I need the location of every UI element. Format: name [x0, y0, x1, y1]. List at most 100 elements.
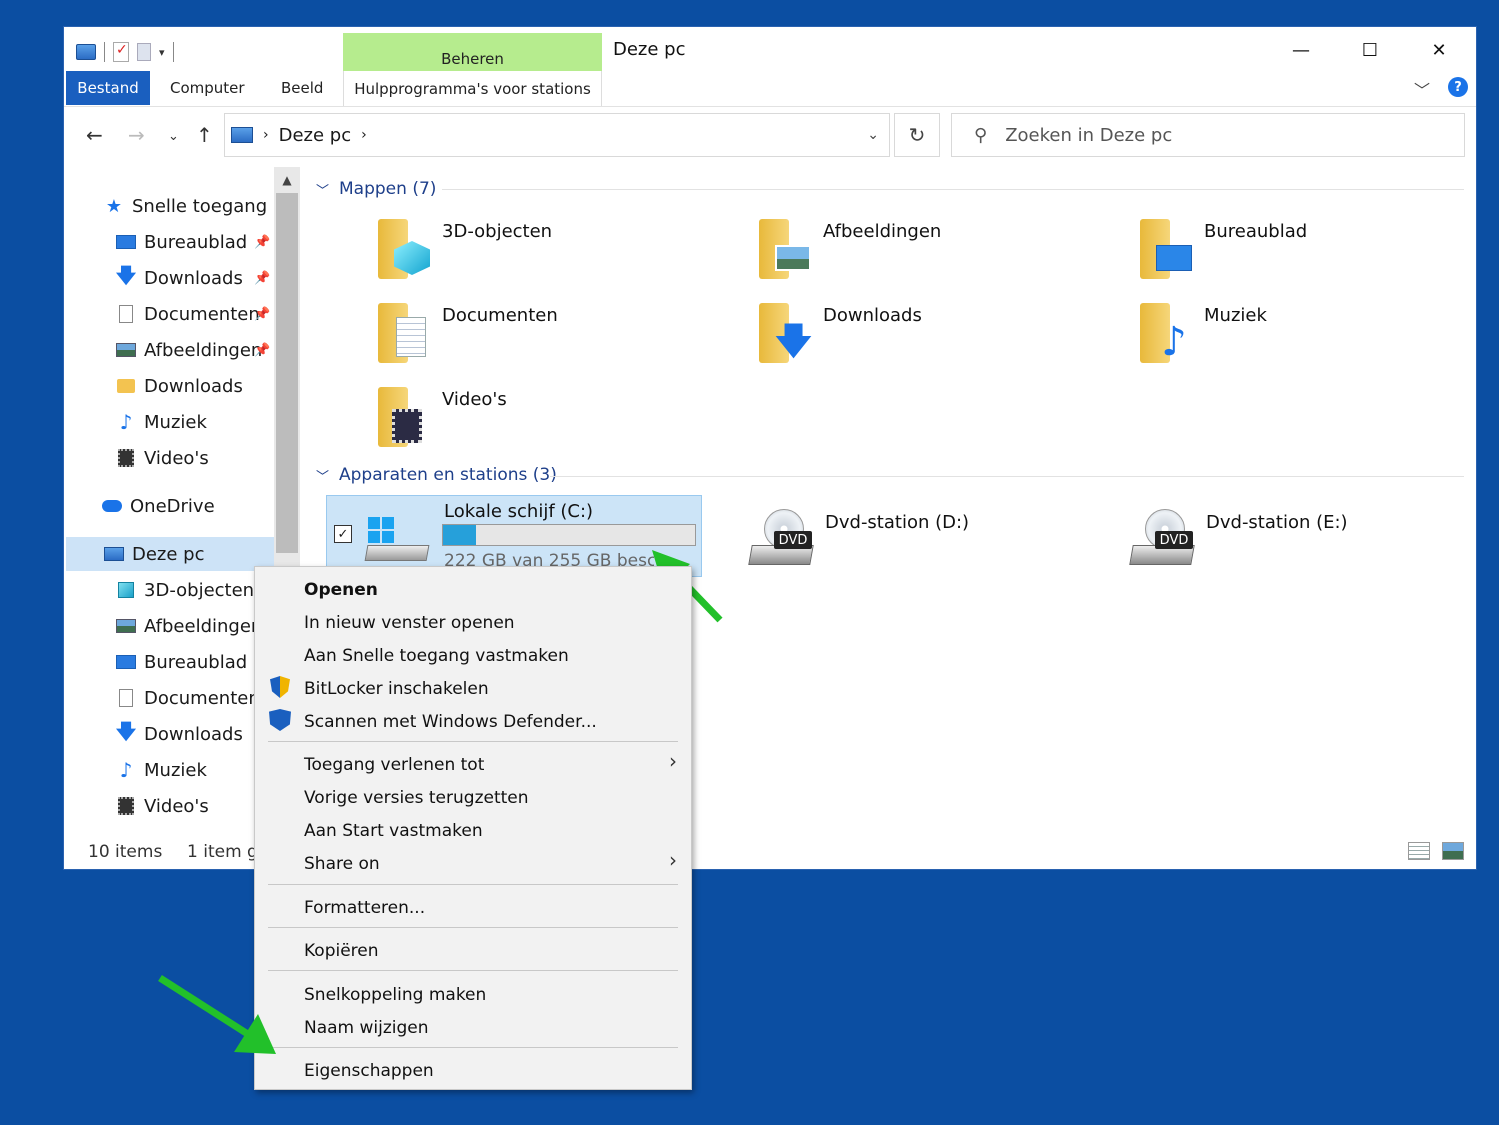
computer-icon [104, 547, 124, 561]
group-header-devices[interactable]: ﹀ Apparaten en stations (3) [316, 465, 557, 485]
minimize-button[interactable]: — [1278, 35, 1324, 65]
music-icon: ♪ [1136, 299, 1192, 367]
tab-file[interactable]: Bestand [66, 71, 150, 105]
toolbar-divider [104, 42, 105, 62]
breadcrumb-separator-icon[interactable]: › [361, 127, 367, 143]
sidebar-item-label: Downloads [144, 723, 243, 745]
window-title: Deze pc [613, 39, 686, 60]
menu-item-properties[interactable]: Eigenschappen [255, 1054, 691, 1087]
menu-item-format[interactable]: Formatteren... [255, 891, 691, 924]
drive-dvd-e[interactable]: Dvd-station (E:) [1206, 512, 1348, 533]
menu-item-open-new-window[interactable]: In nieuw venster openen [255, 606, 691, 639]
large-icons-view-icon[interactable] [1442, 842, 1464, 860]
collapse-chevron-icon[interactable]: ﹀ [316, 466, 329, 485]
pin-icon[interactable]: 📌 [254, 343, 270, 358]
sidebar-item-label: Downloads [144, 267, 243, 289]
sidebar-item-label: Bureaublad [144, 651, 248, 673]
computer-icon [231, 127, 253, 143]
new-folder-icon[interactable] [137, 43, 151, 61]
sidebar-item-label: Muziek [144, 411, 207, 433]
menu-item-copy[interactable]: Kopiëren [255, 934, 691, 967]
dvd-drive-icon: DVD [748, 507, 816, 569]
sidebar-item-label: Afbeeldingen [144, 615, 263, 637]
help-icon[interactable]: ? [1448, 77, 1468, 97]
download-icon: 🡇 [115, 263, 137, 287]
drive-tools-tab[interactable]: Hulpprogramma's voor stations [343, 71, 602, 107]
music-icon: ♪ [119, 758, 133, 782]
menu-item-give-access[interactable]: Toegang verlenen tot [255, 748, 691, 781]
group-header-folders[interactable]: ﹀ Mappen (7) [316, 179, 436, 199]
group-divider [550, 476, 1464, 477]
sidebar-item-this-pc[interactable]: Deze pc [66, 537, 274, 571]
sidebar-item-label: 3D-objecten [144, 579, 255, 601]
drive-label: Lokale schijf (C:) [444, 501, 594, 522]
folder-3d-objects[interactable]: 3D-objecten [374, 215, 674, 287]
menu-item-open[interactable]: Openen [255, 573, 691, 606]
download-icon: 🡇 [755, 299, 812, 367]
menu-item-pin-start[interactable]: Aan Start vastmaken [255, 814, 691, 847]
manage-tab-label: Beheren [441, 50, 504, 68]
expand-ribbon-icon[interactable]: ﹀ [1414, 77, 1430, 101]
search-box[interactable]: ⚲ Zoeken in Deze pc [951, 113, 1465, 157]
tab-computer[interactable]: Computer [170, 71, 245, 105]
search-placeholder: Zoeken in Deze pc [1005, 124, 1173, 146]
pin-icon[interactable]: 📌 [254, 271, 270, 286]
windows-logo-icon [368, 517, 394, 543]
recent-locations-icon[interactable]: ⌄ [168, 129, 179, 144]
menu-item-rename[interactable]: Naam wijzigen [255, 1011, 691, 1044]
menu-item-bitlocker[interactable]: BitLocker inschakelen [255, 672, 691, 705]
selection-checkbox[interactable]: ✓ [334, 525, 352, 543]
folder-downloads[interactable]: 🡇 Downloads [755, 299, 1055, 371]
drive-dvd-d[interactable]: Dvd-station (D:) [825, 512, 969, 533]
menu-item-defender-scan[interactable]: Scannen met Windows Defender... [255, 705, 691, 738]
pin-icon[interactable]: 📌 [254, 307, 270, 322]
refresh-button[interactable]: ↻ [894, 113, 940, 157]
download-icon: 🡇 [115, 719, 137, 743]
folder-icon [117, 379, 135, 393]
menu-separator [268, 741, 678, 742]
up-arrow-icon[interactable]: ↑ [196, 123, 213, 147]
annotation-arrow-bottom [158, 975, 276, 1054]
folder-afbeeldingen[interactable]: Afbeeldingen [755, 215, 1055, 287]
close-button[interactable]: ✕ [1416, 35, 1462, 65]
address-history-chevron-icon[interactable]: ⌄ [867, 127, 879, 143]
scroll-up-icon[interactable]: ▲ [274, 167, 300, 193]
drive-tools-label: Hulpprogramma's voor stations [354, 80, 591, 98]
customize-toolbar-icon[interactable]: ▾ [159, 46, 165, 59]
document-icon [119, 305, 133, 323]
address-bar[interactable]: › Deze pc › ⌄ [224, 113, 890, 157]
folder-muziek[interactable]: ♪ Muziek [1136, 299, 1436, 371]
star-icon: ★ [105, 195, 123, 217]
scrollbar-thumb[interactable] [276, 193, 298, 553]
folder-documenten[interactable]: Documenten [374, 299, 674, 371]
drive-usage-fill [443, 525, 476, 545]
sidebar-item-label: Documenten [144, 687, 260, 709]
menu-separator [268, 1047, 678, 1048]
maximize-button[interactable]: ☐ [1347, 35, 1393, 65]
pin-icon[interactable]: 📌 [254, 235, 270, 250]
sidebar-item-label: Bureaublad [144, 231, 248, 253]
menu-separator [268, 970, 678, 971]
desktop-icon [1136, 215, 1192, 283]
forward-arrow-icon[interactable]: → [128, 123, 145, 147]
sidebar-item-label: Afbeeldingen [144, 339, 263, 361]
folder-bureaublad[interactable]: Bureaublad [1136, 215, 1436, 287]
menu-item-share-on[interactable]: Share on [255, 847, 691, 880]
collapse-chevron-icon[interactable]: ﹀ [316, 180, 329, 199]
submenu-arrow-icon: › [669, 749, 677, 773]
folder-label: Afbeeldingen [823, 221, 942, 242]
folder-videos[interactable]: Video's [374, 383, 674, 455]
manage-tab[interactable]: Beheren [343, 33, 602, 71]
status-item-count: 10 items [88, 842, 163, 862]
details-view-icon[interactable] [1408, 842, 1430, 860]
dvd-tag: DVD [774, 531, 812, 549]
properties-icon[interactable] [113, 42, 129, 62]
menu-item-restore-versions[interactable]: Vorige versies terugzetten [255, 781, 691, 814]
menu-item-create-shortcut[interactable]: Snelkoppeling maken [255, 978, 691, 1011]
back-arrow-icon[interactable]: ← [86, 123, 103, 147]
document-icon [374, 299, 430, 367]
menu-item-pin-quick-access[interactable]: Aan Snelle toegang vastmaken [255, 639, 691, 672]
tab-view[interactable]: Beeld [281, 71, 323, 105]
breadcrumb[interactable]: Deze pc [279, 125, 352, 146]
group-title: Apparaten en stations (3) [339, 465, 557, 485]
